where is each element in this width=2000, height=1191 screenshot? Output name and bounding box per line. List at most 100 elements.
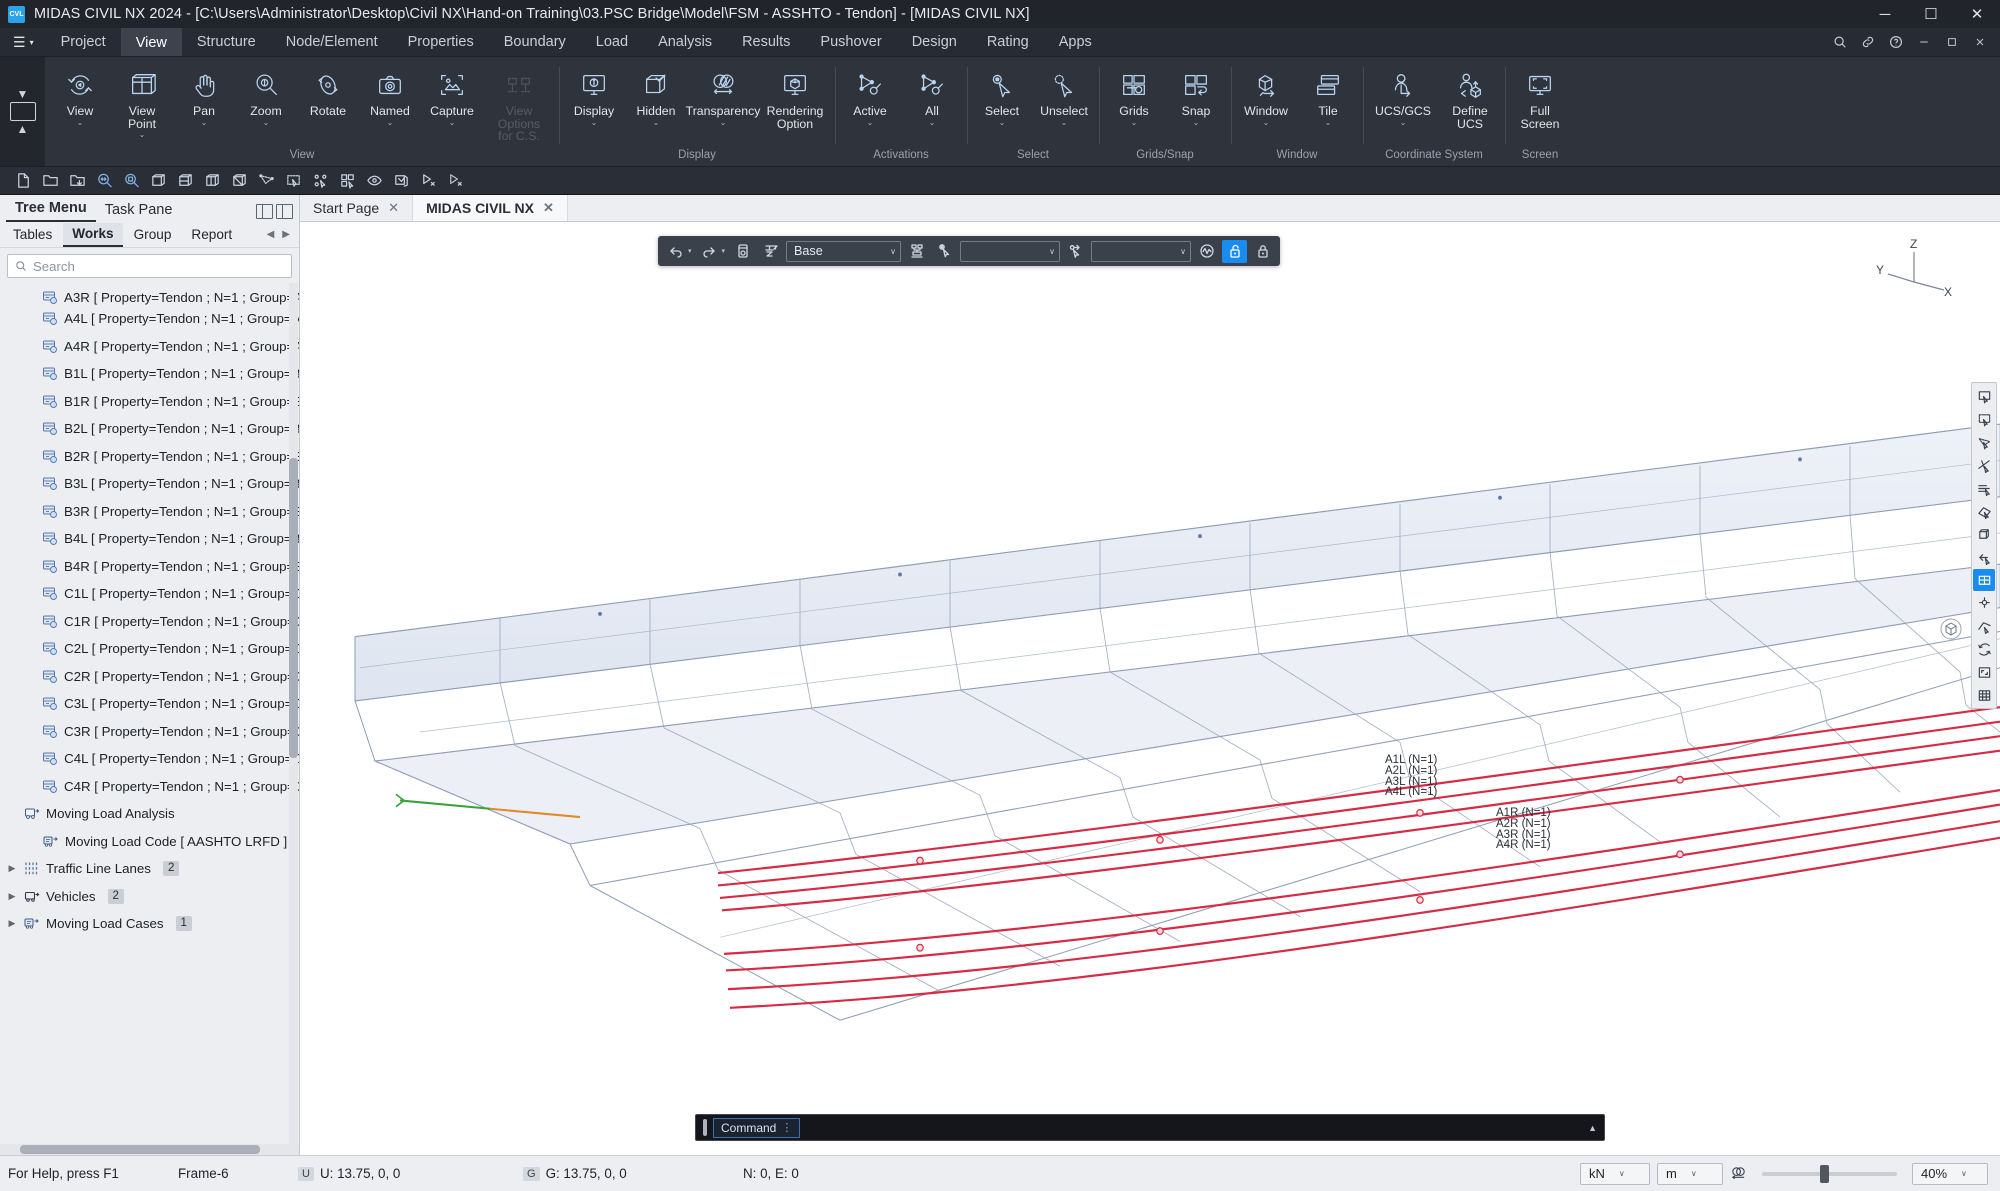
ribbon-button-view-point[interactable]: View Point ⌄ — [111, 66, 173, 139]
ribbon-button-tile[interactable]: Tile ⌄ — [1297, 66, 1359, 127]
tree-item[interactable]: ▶Moving Load Cases1 — [0, 910, 299, 938]
tree-item[interactable]: C1L [ Property=Tendon ; N=1 ; Group=C1 ] — [0, 580, 299, 608]
tree-item[interactable]: C1R [ Property=Tendon ; N=1 ; Group=C1 ] — [0, 608, 299, 636]
select-all-icon[interactable] — [1973, 385, 1995, 407]
maximize-button[interactable]: ☐ — [1908, 0, 1954, 28]
sub-tab-group[interactable]: Group — [125, 224, 181, 246]
select-previous-icon[interactable] — [1973, 546, 1995, 568]
tree-item[interactable]: B3L [ Property=Tendon ; N=1 ; Group=B3 ] — [0, 470, 299, 498]
tree-item[interactable]: A4R [ Property=Tendon ; N=1 ; Group=A4 ] — [0, 333, 299, 361]
tree-scroll-thumb[interactable] — [289, 458, 298, 758]
zoom-fit-icon[interactable] — [1973, 661, 1995, 683]
stage-icon[interactable] — [730, 240, 755, 263]
command-input-chip[interactable]: Command ⋮ — [713, 1118, 800, 1138]
chevron-down-icon[interactable]: ⌄ — [1263, 119, 1270, 127]
display-opt-icon[interactable] — [388, 169, 414, 193]
open-folder-icon[interactable] — [37, 169, 63, 193]
command-bar[interactable]: Command ⋮ ▲ — [695, 1114, 1605, 1141]
save-folder-icon[interactable] — [64, 169, 90, 193]
chevron-down-icon[interactable]: ⌄ — [139, 131, 146, 139]
cube-front-icon[interactable] — [172, 169, 198, 193]
menu-design[interactable]: Design — [897, 28, 972, 56]
expand-arrow-icon[interactable]: ▶ — [6, 918, 18, 929]
menu-analysis[interactable]: Analysis — [643, 28, 727, 56]
menu-project[interactable]: Project — [46, 28, 121, 56]
close-inner-icon[interactable] — [1967, 29, 1993, 55]
sidebar-hscroll-thumb[interactable] — [20, 1145, 260, 1154]
command-bar-grip[interactable] — [703, 1119, 707, 1136]
select-volume-icon[interactable] — [1973, 523, 1995, 545]
ribbon-button-view[interactable]: View ⌄ — [49, 66, 111, 127]
chevron-down-icon[interactable]: ⌄ — [77, 119, 84, 127]
ribbon-button-display[interactable]: Display ⌄ — [563, 66, 625, 127]
zoom-fit-icon[interactable] — [91, 169, 117, 193]
sub-tab-tables[interactable]: Tables — [4, 224, 61, 246]
ribbon-pin-control[interactable]: ▼ ▲ — [0, 57, 45, 166]
chevron-down-icon[interactable]: ⌄ — [999, 119, 1006, 127]
chevron-down-icon[interactable]: ⌄ — [1193, 119, 1200, 127]
select-poly-icon[interactable] — [253, 169, 279, 193]
chevron-down-icon[interactable]: ⌄ — [929, 119, 936, 127]
ribbon-button-rendering-option[interactable]: Rendering Option — [759, 66, 831, 130]
tree-item[interactable]: A4L [ Property=Tendon ; N=1 ; Group=A4 ] — [0, 305, 299, 333]
search-input[interactable] — [33, 259, 284, 274]
menu-load[interactable]: Load — [581, 28, 643, 56]
ribbon-button-snap[interactable]: Snap ⌄ — [1165, 66, 1227, 127]
sub-tab-prev-icon[interactable]: ◀ — [267, 229, 275, 240]
chevron-down-icon[interactable]: ▾ — [722, 247, 726, 255]
deactivate-icon[interactable] — [442, 169, 468, 193]
select-plane-icon[interactable] — [1973, 500, 1995, 522]
group-icon[interactable] — [904, 240, 929, 263]
tree-item[interactable]: B1R [ Property=Tendon ; N=1 ; Group=B1 ] — [0, 388, 299, 416]
ribbon-button-zoom[interactable]: Zoom ⌄ — [235, 66, 297, 127]
zoom-slider[interactable] — [1762, 1172, 1897, 1176]
menu-boundary[interactable]: Boundary — [489, 28, 581, 56]
close-icon[interactable]: ✕ — [543, 200, 554, 216]
tree-item[interactable]: ▶Vehicles2 — [0, 883, 299, 911]
select-element-icon[interactable] — [1063, 240, 1088, 263]
display-grid-icon[interactable] — [1973, 684, 1995, 706]
ribbon-button-all[interactable]: All ⌄ — [901, 66, 963, 127]
menu-view[interactable]: View — [121, 28, 182, 56]
restore-inner-icon[interactable] — [1939, 29, 1965, 55]
minimize-inner-icon[interactable] — [1911, 29, 1937, 55]
ribbon-button-active[interactable]: Active ⌄ — [839, 66, 901, 127]
tree-item[interactable]: C3R [ Property=Tendon ; N=1 ; Group=C3 ] — [0, 718, 299, 746]
chevron-down-icon[interactable]: ⌄ — [1325, 119, 1332, 127]
menu-pushover[interactable]: Pushover — [805, 28, 896, 56]
close-button[interactable]: ✕ — [1954, 0, 2000, 28]
force-unit-select[interactable]: kN ∨ — [1580, 1163, 1650, 1185]
tree-item[interactable]: B2R [ Property=Tendon ; N=1 ; Group=B2 ] — [0, 443, 299, 471]
ribbon-button-full-screen[interactable]: Full Screen — [1509, 66, 1571, 130]
chevron-down-icon[interactable]: ⌄ — [720, 119, 727, 127]
zoom-slider-thumb[interactable] — [1820, 1165, 1829, 1183]
construction-stage-icon[interactable] — [758, 240, 783, 263]
chevron-down-icon[interactable]: ⌄ — [867, 119, 874, 127]
model-viewport[interactable]: A1L (N=1) A2L (N=1) A3L (N=1) A4L (N=1) … — [300, 222, 2000, 1155]
tree-item[interactable]: C4L [ Property=Tendon ; N=1 ; Group=C4 ] — [0, 745, 299, 773]
length-unit-select[interactable]: m ∨ — [1657, 1163, 1723, 1185]
rotate-view-icon[interactable] — [1973, 638, 1995, 660]
select-point-icon[interactable] — [1973, 592, 1995, 614]
sub-tab-next-icon[interactable]: ▶ — [282, 229, 290, 240]
help-icon[interactable] — [1883, 29, 1909, 55]
tree-item[interactable]: C3L [ Property=Tendon ; N=1 ; Group=C3 ] — [0, 690, 299, 718]
tree-item[interactable]: Moving Load Analysis — [0, 800, 299, 828]
works-tree[interactable]: A3R [ Property=Tendon ; N=1 ; Group=A3 ]… — [0, 283, 299, 1144]
search-icon[interactable] — [1827, 29, 1853, 55]
select-identity-icon[interactable] — [1973, 477, 1995, 499]
ribbon-button-pan[interactable]: Pan ⌄ — [173, 66, 235, 127]
select-node-line-icon[interactable] — [1973, 569, 1995, 591]
chevron-down-icon[interactable]: ⌄ — [449, 119, 456, 127]
chevron-down-icon[interactable]: ⌄ — [263, 119, 270, 127]
undo-icon[interactable] — [663, 240, 688, 263]
ribbon-button-ucs-gcs[interactable]: UCS/GCS ⌄ — [1367, 66, 1439, 127]
panel-tab-task-pane[interactable]: Task Pane — [96, 200, 182, 222]
split-horizontal-icon[interactable] — [276, 204, 293, 219]
ribbon-button-hidden[interactable]: Hidden ⌄ — [625, 66, 687, 127]
expand-arrow-icon[interactable]: ▶ — [6, 891, 18, 902]
ribbon-button-select[interactable]: Select ⌄ — [971, 66, 1033, 127]
select-intersect-icon[interactable] — [1973, 454, 1995, 476]
command-expand-icon[interactable]: ▲ — [1588, 1123, 1597, 1133]
tree-item[interactable]: Moving Load Code [ AASHTO LRFD ] — [0, 828, 299, 856]
